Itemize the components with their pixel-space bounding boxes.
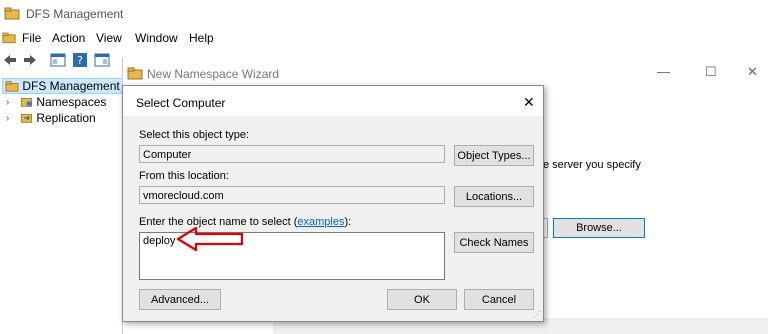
locations-button[interactable]: Locations... xyxy=(454,186,534,207)
dfs-management-icon xyxy=(5,81,19,92)
browse-button[interactable]: Browse... xyxy=(553,218,645,238)
back-arrow-icon[interactable] xyxy=(2,52,18,68)
tree-item-dfs-management[interactable]: DFS Management xyxy=(2,78,123,94)
object-types-button[interactable]: Object Types... xyxy=(454,145,534,166)
dialog-titlebar: Select Computer ✕ xyxy=(123,86,543,116)
annotation-arrow-icon xyxy=(176,226,244,252)
console-tree: DFS Management › Namespaces › Replicatio… xyxy=(0,75,123,334)
tree-item-replication[interactable]: Replication xyxy=(20,111,96,125)
object-type-label: Select this object type: xyxy=(139,129,250,141)
help-icon[interactable]: ? xyxy=(72,52,88,68)
replication-icon xyxy=(20,114,33,123)
close-icon[interactable]: ✕ xyxy=(523,94,535,111)
maximize-icon[interactable]: ☐ xyxy=(705,64,717,80)
tree-item-label: Replication xyxy=(36,111,96,125)
check-names-button[interactable]: Check Names xyxy=(454,232,534,253)
location-field: vmorecloud.com xyxy=(139,186,445,204)
menu-help[interactable]: Help xyxy=(189,31,214,45)
menubar: File Action View Window Help xyxy=(0,28,768,48)
menu-view[interactable]: View xyxy=(96,31,122,45)
tree-item-label: Namespaces xyxy=(36,95,107,109)
object-name-label-end: ): xyxy=(344,216,352,228)
minimize-icon[interactable]: — xyxy=(657,64,670,79)
app-menu-icon[interactable] xyxy=(2,31,16,44)
show-hide-action-pane-icon[interactable] xyxy=(94,52,110,68)
location-label: From this location: xyxy=(139,170,229,182)
cancel-button[interactable]: Cancel xyxy=(464,289,534,310)
svg-text:?: ? xyxy=(77,54,83,67)
chevron-right-icon[interactable]: › xyxy=(6,113,9,124)
object-type-field: Computer xyxy=(139,145,445,163)
advanced-button[interactable]: Advanced... xyxy=(139,289,221,310)
wizard-icon xyxy=(127,67,143,80)
tree-item-namespaces[interactable]: Namespaces xyxy=(20,95,106,109)
wizard-body-text: e server you specify xyxy=(543,159,641,171)
resize-grip-icon[interactable]: ⋰ xyxy=(533,310,541,319)
menu-action[interactable]: Action xyxy=(52,31,85,45)
namespaces-icon xyxy=(20,98,33,107)
close-icon[interactable]: ✕ xyxy=(747,64,758,80)
toolbar: ? xyxy=(0,49,130,73)
select-computer-dialog: Select Computer ✕ Select this object typ… xyxy=(122,85,544,322)
dfs-management-icon xyxy=(4,7,20,20)
main-window-title: DFS Management xyxy=(26,7,124,21)
wizard-title: New Namespace Wizard xyxy=(147,67,280,81)
dialog-title: Select Computer xyxy=(136,96,226,110)
examples-link[interactable]: examples xyxy=(297,216,344,228)
menu-window[interactable]: Window xyxy=(135,31,178,45)
chevron-right-icon[interactable]: › xyxy=(6,97,9,108)
main-window-titlebar: DFS Management xyxy=(0,0,768,28)
menu-file[interactable]: File xyxy=(22,31,41,45)
tree-item-label: DFS Management xyxy=(22,79,120,93)
forward-arrow-icon[interactable] xyxy=(22,52,38,68)
show-hide-console-tree-icon[interactable] xyxy=(50,52,66,68)
ok-button[interactable]: OK xyxy=(387,289,457,310)
